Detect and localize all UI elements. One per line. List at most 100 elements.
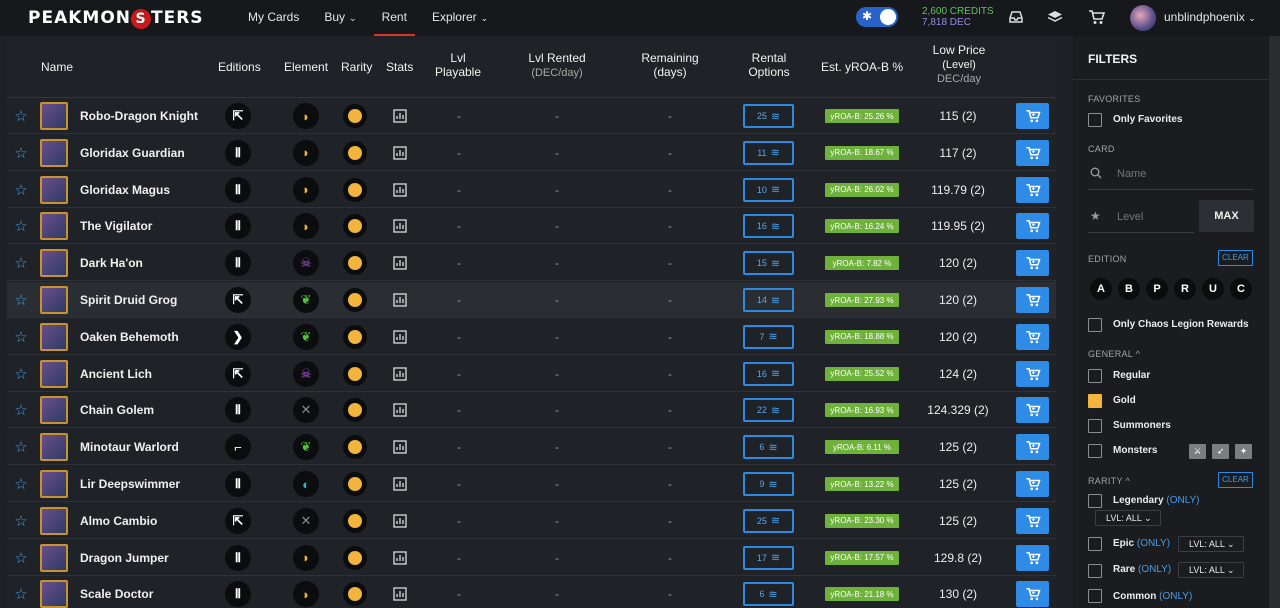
epic-level-select[interactable]: LVL: ALL ⌄ — [1178, 536, 1244, 552]
rent-cart-button[interactable] — [1016, 434, 1049, 461]
favorite-star-icon[interactable]: ☆ — [13, 540, 29, 576]
edition-untamed-button[interactable]: U — [1202, 278, 1224, 300]
favorite-star-icon[interactable]: ☆ — [13, 319, 29, 355]
rare-only-link[interactable]: (ONLY) — [1138, 564, 1171, 575]
col-yroa[interactable]: Est. yROA-B % — [819, 60, 905, 74]
col-element[interactable]: Element — [284, 60, 328, 74]
epic-only-link[interactable]: (ONLY) — [1137, 538, 1170, 549]
rental-options-button[interactable]: 6 ≋ — [743, 582, 794, 607]
legendary-level-select[interactable]: LVL: ALL ⌄ — [1095, 510, 1161, 526]
col-name[interactable]: Name — [41, 60, 73, 74]
table-row[interactable]: ☆ Almo Cambio ⇱ ✕ - - - 25 ≋ yROA-B: 23.30 % 125 (… — [7, 503, 1056, 539]
rental-options-button[interactable]: 10 ≋ — [743, 177, 794, 202]
rent-cart-button[interactable] — [1016, 213, 1049, 240]
stats-icon[interactable] — [392, 540, 408, 576]
legendary-checkbox[interactable] — [1088, 494, 1102, 508]
stats-icon[interactable] — [392, 172, 408, 208]
favorite-star-icon[interactable]: ☆ — [13, 245, 29, 281]
stats-icon[interactable] — [392, 319, 408, 355]
stats-icon[interactable] — [392, 466, 408, 502]
card-thumbnail[interactable] — [40, 322, 68, 351]
table-row[interactable]: ☆ Gloridax Magus Ⅱ ◗ - - - 10 ≋ yROA-B: 26.02 % 11… — [7, 172, 1056, 208]
rental-options-button[interactable]: 16 ≋ — [743, 214, 794, 239]
edition-alpha-button[interactable]: A — [1090, 278, 1112, 300]
peakmonsters-logo[interactable]: PEAKMON S TERS — [28, 8, 204, 29]
rental-options-button[interactable]: 25 ≋ — [743, 104, 794, 128]
nav-explorer[interactable]: Explorer ⌄ — [424, 0, 496, 36]
cart-icon[interactable] — [1087, 9, 1105, 27]
common-checkbox[interactable] — [1088, 589, 1102, 603]
card-thumbnail[interactable] — [40, 506, 68, 535]
favorite-star-icon[interactable]: ☆ — [13, 503, 29, 539]
rental-options-button[interactable]: 11 ≋ — [743, 140, 794, 165]
stats-icon[interactable] — [392, 576, 408, 608]
table-row[interactable]: ☆ Lir Deepswimmer Ⅱ ◐ - - - 9 ≋ yROA-B: 13.22 % 12… — [7, 466, 1056, 502]
card-thumbnail[interactable] — [40, 286, 68, 314]
stats-icon[interactable] — [392, 208, 408, 244]
card-name[interactable]: Gloridax Guardian — [80, 135, 185, 171]
card-name[interactable]: Dark Ha'on — [80, 245, 143, 281]
rent-cart-button[interactable] — [1016, 544, 1049, 571]
theme-toggle[interactable]: ✱ — [856, 7, 898, 27]
rent-cart-button[interactable] — [1016, 507, 1049, 534]
favorite-star-icon[interactable]: ☆ — [13, 208, 29, 244]
favorite-star-icon[interactable]: ☆ — [13, 98, 29, 134]
table-row[interactable]: ☆ Oaken Behemoth ❯ ❦ - - - 7 ≋ yROA-B: 18.88 % 120… — [7, 319, 1056, 355]
rental-options-button[interactable]: 15 ≋ — [743, 251, 794, 276]
card-thumbnail[interactable] — [40, 396, 68, 425]
edition-promo-button[interactable]: P — [1146, 278, 1168, 300]
inbox-icon[interactable] — [1007, 9, 1025, 27]
rent-cart-button[interactable] — [1016, 581, 1049, 608]
nav-buy[interactable]: Buy ⌄ — [316, 0, 364, 36]
card-name[interactable]: Spirit Druid Grog — [80, 282, 177, 318]
stats-icon[interactable] — [392, 356, 408, 392]
card-thumbnail[interactable] — [40, 433, 68, 462]
stats-icon[interactable] — [392, 429, 408, 465]
card-name[interactable]: Almo Cambio — [80, 503, 157, 539]
card-thumbnail[interactable] — [40, 138, 68, 167]
card-thumbnail[interactable] — [40, 175, 68, 204]
table-row[interactable]: ☆ Chain Golem Ⅱ ✕ - - - 22 ≋ yROA-B: 16.93 % 124.3… — [7, 392, 1056, 429]
rental-options-button[interactable]: 16 ≋ — [743, 361, 794, 386]
favorite-star-icon[interactable]: ☆ — [13, 356, 29, 392]
card-thumbnail[interactable] — [40, 543, 68, 572]
favorite-star-icon[interactable]: ☆ — [13, 282, 29, 318]
avatar[interactable] — [1130, 5, 1156, 31]
card-thumbnail[interactable] — [40, 580, 68, 608]
rent-cart-button[interactable] — [1016, 287, 1049, 313]
common-only-link[interactable]: (ONLY) — [1159, 591, 1192, 602]
card-name[interactable]: Gloridax Magus — [80, 172, 170, 208]
stats-icon[interactable] — [392, 282, 408, 318]
stats-icon[interactable] — [392, 135, 408, 171]
table-row[interactable]: ☆ Dragon Jumper Ⅱ ◗ - - - 17 ≋ yROA-B: 17.57 % 129… — [7, 540, 1056, 576]
col-stats[interactable]: Stats — [386, 60, 413, 74]
epic-checkbox[interactable] — [1088, 537, 1102, 551]
table-row[interactable]: ☆ Gloridax Guardian Ⅱ ◗ - - - 11 ≋ yROA-B: 18.67 … — [7, 135, 1056, 171]
summoners-checkbox[interactable] — [1088, 419, 1102, 433]
favorite-star-icon[interactable]: ☆ — [13, 392, 29, 428]
table-row[interactable]: ☆ The Vigilator Ⅱ ◗ - - - 16 ≋ yROA-B: 16.24 % 119… — [7, 208, 1056, 245]
rent-cart-button[interactable] — [1016, 103, 1049, 129]
table-row[interactable]: ☆ Dark Ha'on Ⅱ ☠ - - - 15 ≋ yROA-B: 7.82 % 120 (2) — [7, 245, 1056, 282]
general-label[interactable]: GENERAL ^ — [1088, 349, 1140, 359]
col-remaining[interactable]: Remaining (days) — [634, 51, 706, 79]
rental-options-button[interactable]: 6 ≋ — [743, 435, 794, 460]
rare-checkbox[interactable] — [1088, 564, 1102, 578]
col-editions[interactable]: Editions — [218, 60, 261, 74]
regular-checkbox[interactable] — [1088, 369, 1102, 383]
card-name[interactable]: Scale Doctor — [80, 576, 153, 608]
edition-reward-button[interactable]: R — [1174, 278, 1196, 300]
rent-cart-button[interactable] — [1016, 397, 1049, 424]
filters-scrollbar[interactable] — [1269, 36, 1280, 608]
level-input[interactable] — [1117, 208, 1187, 226]
card-name[interactable]: Lir Deepswimmer — [80, 466, 180, 502]
card-name[interactable]: Oaken Behemoth — [80, 319, 179, 355]
edition-beta-button[interactable]: B — [1118, 278, 1140, 300]
rent-cart-button[interactable] — [1016, 323, 1049, 350]
table-row[interactable]: ☆ Ancient Lich ⇱ ☠ - - - 16 ≋ yROA-B: 25.52 % 124 … — [7, 356, 1056, 392]
col-rental-options[interactable]: Rental Options — [740, 51, 798, 79]
favorite-star-icon[interactable]: ☆ — [13, 576, 29, 608]
card-name[interactable]: Robo-Dragon Knight — [80, 98, 198, 134]
rental-options-button[interactable]: 14 ≋ — [743, 288, 794, 312]
favorite-star-icon[interactable]: ☆ — [13, 429, 29, 465]
